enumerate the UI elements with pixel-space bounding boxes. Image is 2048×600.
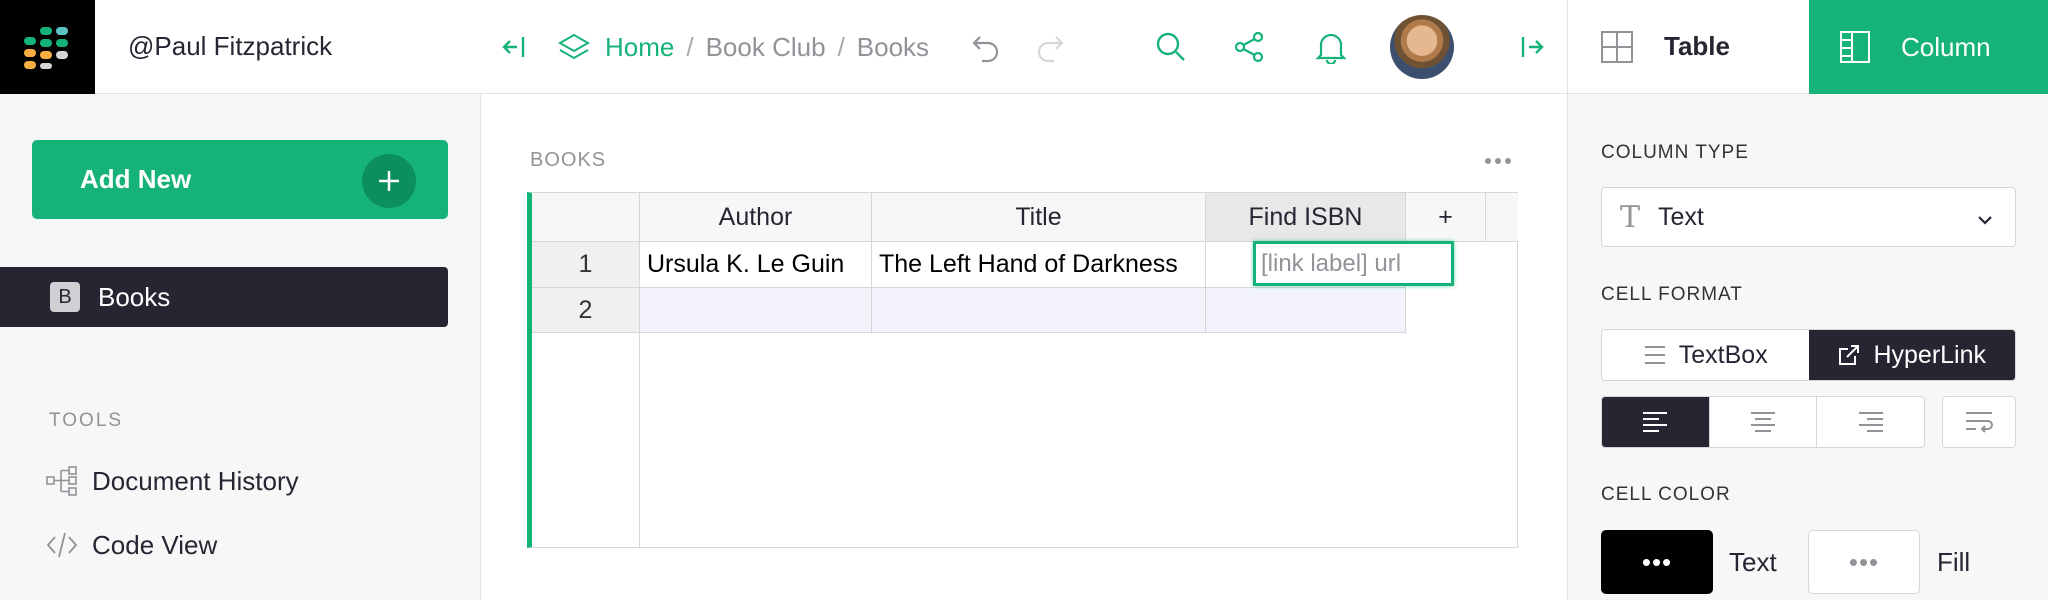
page-item-label: Books bbox=[98, 281, 171, 312]
tab-label: Table bbox=[1664, 31, 1730, 61]
table-icon bbox=[1601, 30, 1633, 63]
cell-color-label: CELL COLOR bbox=[1601, 484, 1731, 505]
table-cell[interactable]: The Left Hand of Darkness bbox=[872, 242, 1206, 288]
align-center-icon bbox=[1751, 412, 1775, 432]
breadcrumb: Home / Book Club / Books bbox=[557, 24, 929, 70]
fill-color-label: Fill bbox=[1937, 547, 1971, 577]
page-item-books[interactable]: B Books bbox=[0, 267, 448, 327]
tool-code-view[interactable]: Code View bbox=[46, 525, 217, 565]
layers-icon bbox=[557, 33, 591, 60]
text-color-label: Text bbox=[1729, 547, 1777, 577]
column-header-find-isbn[interactable]: Find ISBN bbox=[1206, 193, 1406, 242]
align-right-icon bbox=[1858, 412, 1883, 432]
app-logo[interactable] bbox=[0, 0, 95, 94]
add-new-button[interactable]: Add New bbox=[32, 140, 448, 219]
add-column-button[interactable]: + bbox=[1406, 193, 1486, 242]
format-textbox-button[interactable]: TextBox bbox=[1602, 330, 1809, 380]
fill-color-swatch[interactable]: ••• bbox=[1808, 530, 1920, 594]
collapse-left-panel-icon[interactable] bbox=[497, 30, 531, 64]
text-type-icon: T bbox=[1620, 199, 1641, 235]
code-icon bbox=[46, 532, 78, 558]
table-cell[interactable] bbox=[1206, 288, 1406, 333]
format-option-label: TextBox bbox=[1678, 340, 1768, 369]
user-avatar[interactable] bbox=[1390, 15, 1454, 79]
table-cell[interactable] bbox=[640, 288, 872, 333]
page-badge: B bbox=[50, 282, 80, 312]
row-number[interactable]: 2 bbox=[532, 288, 640, 333]
column-icon bbox=[1840, 31, 1870, 63]
section-title: BOOKS bbox=[530, 149, 607, 171]
align-left-button[interactable] bbox=[1602, 397, 1710, 447]
alignment-group bbox=[1601, 396, 1925, 448]
add-new-label: Add New bbox=[80, 164, 192, 194]
org-name[interactable]: @Paul Fitzpatrick bbox=[95, 0, 481, 94]
tool-document-history[interactable]: Document History bbox=[46, 461, 299, 501]
text-color-swatch[interactable]: ••• bbox=[1601, 530, 1713, 594]
left-panel: @Paul Fitzpatrick Add New B Books TOOLS … bbox=[0, 0, 481, 600]
notifications-bell-icon[interactable] bbox=[1311, 27, 1351, 67]
column-type-select[interactable]: T Text bbox=[1601, 187, 2016, 247]
collapse-right-panel-icon[interactable] bbox=[1515, 30, 1549, 64]
undo-icon[interactable] bbox=[967, 28, 1005, 66]
chevron-down-icon bbox=[1975, 208, 1995, 237]
align-center-button[interactable] bbox=[1710, 397, 1818, 447]
tab-label: Column bbox=[1901, 31, 1991, 62]
cell-format-toggle: TextBox HyperLink bbox=[1601, 329, 2016, 381]
data-grid: Author Title Find ISBN + 1 Ursula K. Le … bbox=[527, 192, 1518, 548]
table-cell[interactable] bbox=[872, 288, 1206, 333]
tool-label: Document History bbox=[92, 465, 299, 496]
breadcrumb-page[interactable]: Books bbox=[857, 32, 929, 63]
wrap-text-icon bbox=[1966, 412, 1993, 433]
header-filler bbox=[1486, 193, 1518, 242]
document-history-icon bbox=[46, 466, 77, 496]
active-cell-editor[interactable]: [link label] url bbox=[1253, 241, 1454, 286]
share-icon[interactable] bbox=[1229, 27, 1269, 67]
wrap-text-button[interactable] bbox=[1942, 396, 2016, 448]
tab-column[interactable]: Column bbox=[1809, 0, 2048, 94]
format-hyperlink-button[interactable]: HyperLink bbox=[1808, 330, 2015, 380]
table-cell[interactable]: Ursula K. Le Guin bbox=[640, 242, 872, 288]
right-panel: Table Column COLUMN TYPE T Text CELL FOR… bbox=[1567, 0, 2048, 600]
grid-corner[interactable] bbox=[532, 193, 640, 242]
column-header-author[interactable]: Author bbox=[640, 193, 872, 242]
cell-format-label: CELL FORMAT bbox=[1601, 284, 1743, 305]
align-left-icon bbox=[1643, 412, 1668, 432]
column-type-label: COLUMN TYPE bbox=[1601, 142, 1749, 163]
logo-icon bbox=[24, 27, 68, 69]
top-bar: Home / Book Club / Books bbox=[481, 0, 1567, 94]
tools-header: TOOLS bbox=[49, 410, 124, 431]
breadcrumb-separator: / bbox=[686, 31, 694, 62]
main-area: BOOKS Author Title Find ISBN + 1 Ursula … bbox=[481, 95, 1567, 600]
breadcrumb-doc[interactable]: Book Club bbox=[706, 32, 826, 63]
tab-table[interactable]: Table bbox=[1568, 0, 1809, 94]
align-right-button[interactable] bbox=[1817, 397, 1924, 447]
column-type-value: Text bbox=[1658, 202, 1704, 231]
redo-icon[interactable] bbox=[1031, 28, 1069, 66]
format-option-label: HyperLink bbox=[1873, 340, 1987, 369]
search-icon[interactable] bbox=[1151, 27, 1191, 67]
tool-label: Code View bbox=[92, 529, 218, 560]
lines-icon bbox=[1644, 346, 1665, 364]
plus-icon bbox=[362, 154, 416, 208]
breadcrumb-separator: / bbox=[837, 31, 845, 62]
section-menu-icon[interactable] bbox=[1480, 153, 1516, 169]
column-header-title[interactable]: Title bbox=[872, 193, 1206, 242]
external-link-icon bbox=[1839, 345, 1860, 365]
breadcrumb-home[interactable]: Home bbox=[605, 32, 674, 63]
row-number[interactable]: 1 bbox=[532, 242, 640, 288]
